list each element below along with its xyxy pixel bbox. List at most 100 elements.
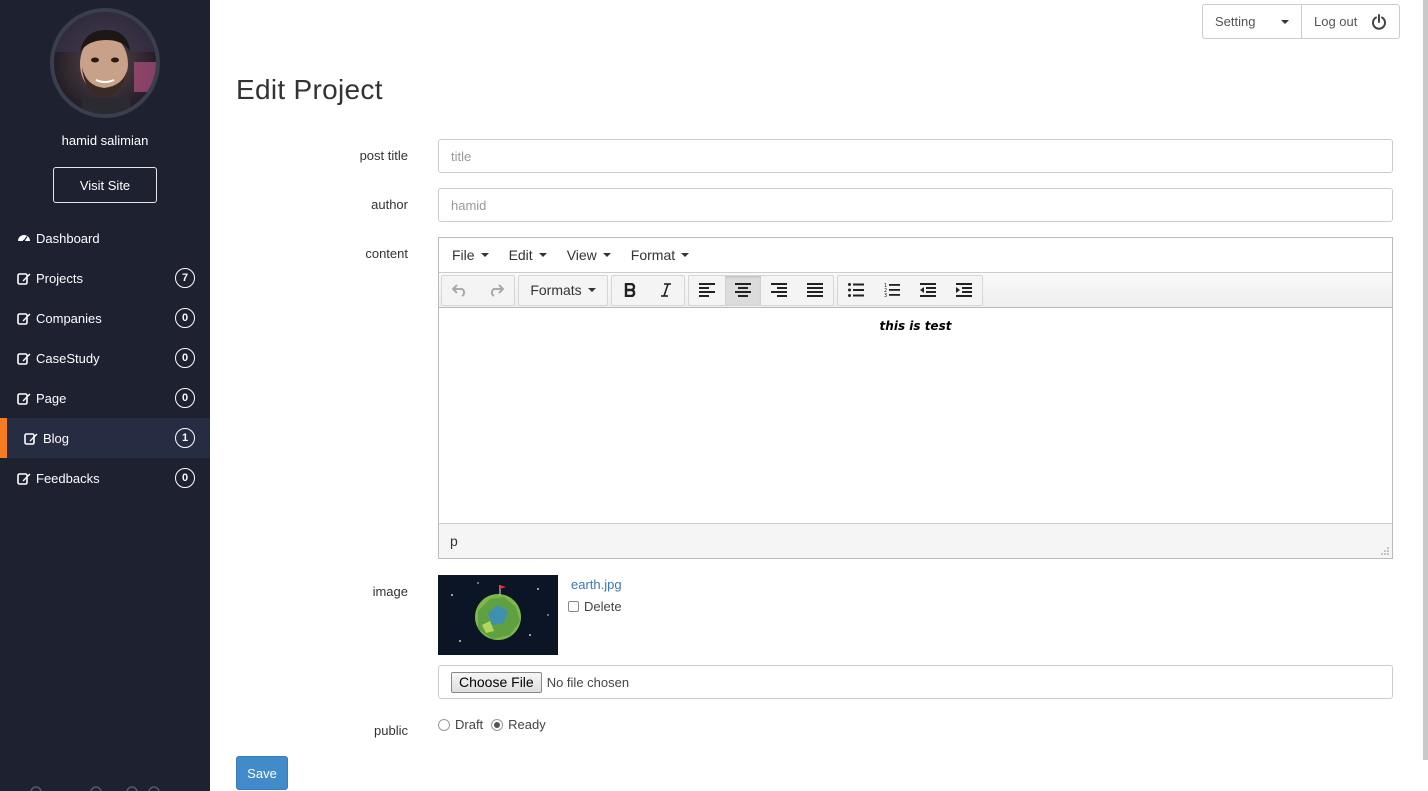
italic-icon — [661, 283, 671, 297]
outdent-icon — [920, 283, 936, 297]
edit-icon — [24, 433, 38, 445]
top-button-group: Setting Log out — [1202, 4, 1400, 39]
count-badge: 0 — [175, 308, 195, 328]
history-group — [441, 274, 515, 306]
username: hamid salimian — [61, 133, 149, 148]
sidebar-item-label: Feedbacks — [36, 470, 100, 486]
sidebar-item-label: Blog — [43, 430, 70, 446]
edit-icon — [17, 393, 31, 405]
bullet-list-button[interactable] — [838, 276, 874, 305]
bold-button[interactable] — [612, 276, 648, 305]
edit-icon — [17, 273, 31, 285]
formats-dropdown[interactable]: Formats — [519, 276, 607, 305]
undo-button[interactable] — [442, 276, 478, 305]
menu-label: Edit — [508, 247, 533, 263]
italic-button[interactable] — [648, 276, 684, 305]
redo-icon — [490, 284, 504, 297]
public-radio-group: Draft Ready — [438, 717, 554, 732]
bullet-list-icon — [848, 283, 864, 297]
sidebar-item-label: Dashboard — [36, 230, 100, 246]
sidebar-item-feedbacks[interactable]: Feedbacks 0 — [0, 458, 210, 498]
editor-menubar: File Edit View Format — [439, 238, 1392, 273]
edit-icon — [17, 313, 31, 325]
image-thumbnail — [438, 575, 558, 655]
count-badge: 7 — [175, 268, 195, 288]
edit-icon — [17, 473, 31, 485]
sidebar-item-label: CaseStudy — [36, 350, 100, 366]
sidebar-item-projects[interactable]: Projects 7 — [0, 258, 210, 298]
editor-text: this is test — [879, 319, 952, 333]
editor-content-area[interactable]: this is test — [439, 308, 1392, 523]
delete-label: Delete — [584, 599, 622, 614]
align-group — [688, 274, 834, 306]
setting-dropdown[interactable]: Setting — [1203, 5, 1302, 38]
svg-text:3: 3 — [884, 293, 887, 298]
indent-button[interactable] — [946, 276, 982, 305]
caret-down-icon — [480, 253, 489, 257]
draft-label: Draft — [455, 717, 484, 732]
sidebar-item-label: Projects — [36, 270, 83, 286]
ready-radio[interactable] — [491, 718, 504, 731]
visit-site-button[interactable]: Visit Site — [53, 167, 157, 203]
sidebar-item-page[interactable]: Page 0 — [0, 378, 210, 418]
formats-group: Formats — [518, 274, 608, 306]
edit-icon — [17, 353, 31, 365]
align-center-icon — [735, 283, 751, 297]
align-left-icon — [699, 283, 715, 297]
align-right-button[interactable] — [761, 276, 797, 305]
sidebar: hamid salimian Visit Site Dashboard Proj… — [0, 0, 210, 791]
sidebar-item-casestudy[interactable]: CaseStudy 0 — [0, 338, 210, 378]
author-input[interactable] — [438, 188, 1393, 222]
save-button[interactable]: Save — [236, 756, 288, 790]
sidebar-item-label: Page — [36, 390, 67, 406]
caret-down-icon — [602, 253, 611, 257]
choose-file-button[interactable]: Choose File — [451, 671, 542, 693]
menu-edit[interactable]: Edit — [499, 247, 557, 263]
sidebar-nav: Dashboard Projects 7 Companies 0 CaseStu… — [0, 218, 210, 498]
sidebar-item-dashboard[interactable]: Dashboard — [0, 218, 210, 258]
content-label: content — [365, 246, 408, 261]
sidebar-footer-icons — [30, 786, 160, 791]
count-badge: 0 — [175, 468, 195, 488]
delete-checkbox[interactable] — [568, 601, 579, 612]
menu-file[interactable]: File — [442, 247, 499, 263]
style-group — [611, 274, 685, 306]
sidebar-item-companies[interactable]: Companies 0 — [0, 298, 210, 338]
editor-toolbar: Formats 1 2 3 — [439, 273, 1392, 308]
current-file-link[interactable]: earth.jpg — [571, 577, 622, 592]
ready-label: Ready — [508, 717, 546, 732]
redo-button[interactable] — [478, 276, 514, 305]
no-file-text: No file chosen — [546, 674, 630, 690]
scrollbar[interactable] — [1423, 0, 1428, 760]
numbered-list-icon: 123 — [884, 283, 900, 298]
indent-icon — [956, 283, 972, 297]
caret-down-icon — [538, 253, 547, 257]
menu-label: View — [566, 247, 597, 263]
align-left-button[interactable] — [689, 276, 725, 305]
align-justify-button[interactable] — [797, 276, 833, 305]
resize-handle-icon[interactable] — [1381, 547, 1389, 555]
numbered-list-button[interactable]: 123 — [874, 276, 910, 305]
align-center-button[interactable] — [725, 275, 761, 305]
logout-button[interactable]: Log out — [1302, 5, 1399, 38]
dashboard-icon — [18, 235, 30, 243]
page-title: Edit Project — [236, 74, 383, 105]
setting-label: Setting — [1215, 14, 1256, 29]
logout-label: Log out — [1314, 14, 1358, 29]
sidebar-item-blog[interactable]: Blog 1 — [0, 418, 210, 458]
draft-radio[interactable] — [438, 718, 450, 731]
avatar — [50, 8, 160, 118]
menu-label: Format — [630, 247, 676, 263]
power-icon — [1372, 13, 1386, 30]
editor-statusbar: p — [439, 523, 1392, 558]
element-path: p — [450, 533, 458, 549]
image-label: image — [372, 584, 408, 599]
delete-option: Delete — [568, 599, 622, 614]
post-title-input[interactable] — [438, 139, 1393, 173]
public-label: public — [374, 723, 408, 738]
menu-view[interactable]: View — [557, 247, 621, 263]
list-group: 123 — [837, 274, 983, 306]
menu-format[interactable]: Format — [621, 247, 699, 263]
post-title-label: post title — [359, 148, 408, 163]
outdent-button[interactable] — [910, 276, 946, 305]
